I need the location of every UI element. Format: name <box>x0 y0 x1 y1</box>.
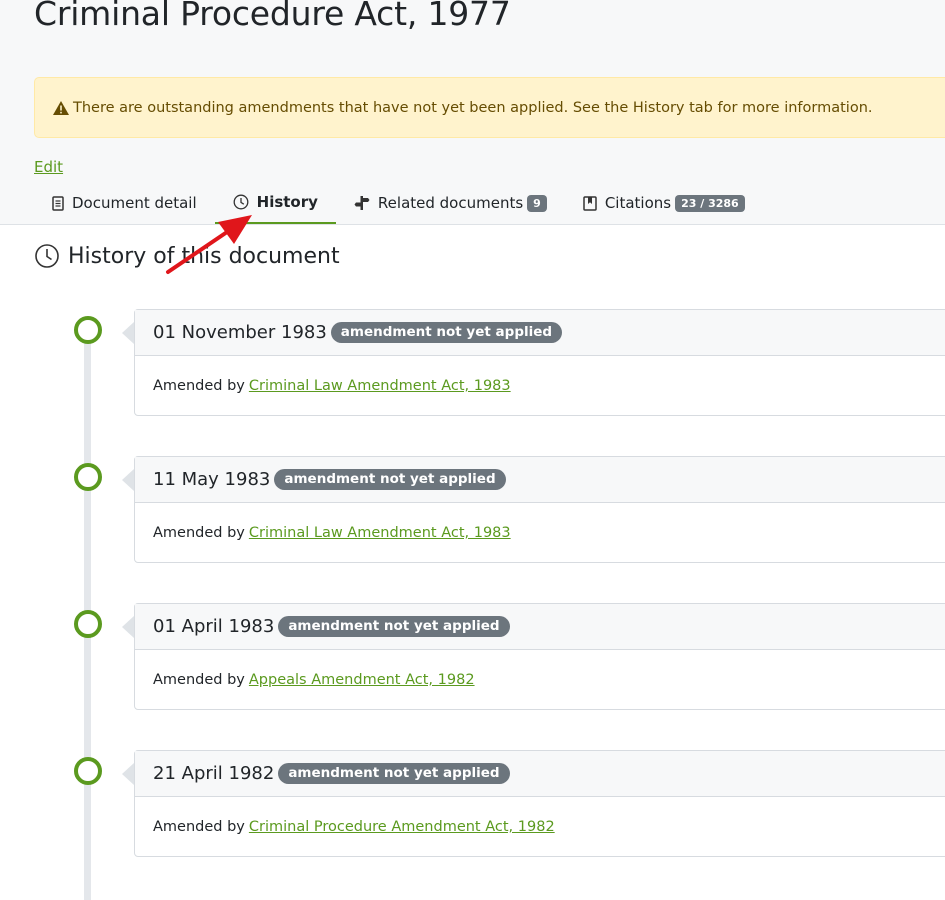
citations-count-badge: 23 / 3286 <box>675 194 745 212</box>
tab-label: History <box>256 193 318 211</box>
event-date: 21 April 1982 <box>153 763 275 784</box>
event-date: 11 May 1983 <box>153 469 271 490</box>
event-body: Amended by Appeals Amendment Act, 1982 <box>135 650 945 710</box>
tab-label: Citations <box>604 194 672 212</box>
event-card: 11 May 1983 amendment not yet applied Am… <box>134 456 945 563</box>
event-card: 21 April 1982 amendment not yet applied … <box>134 750 945 857</box>
document-icon <box>52 195 64 211</box>
amending-act-link[interactable]: Appeals Amendment Act, 1982 <box>249 672 475 688</box>
timeline-event: 01 April 1983 amendment not yet applied … <box>0 603 945 710</box>
event-card: 01 April 1983 amendment not yet applied … <box>134 603 945 710</box>
amendments-alert: There are outstanding amendments that ha… <box>34 77 945 138</box>
page-title: Criminal Procedure Act, 1977 <box>34 0 511 33</box>
warning-triangle-icon <box>53 100 69 115</box>
document-tabs: Document detail History Related document… <box>34 184 763 224</box>
alert-message: There are outstanding amendments that ha… <box>73 99 873 116</box>
signpost-icon <box>354 196 370 210</box>
event-prefix: Amended by <box>153 672 245 688</box>
event-prefix: Amended by <box>153 378 245 394</box>
card-pointer <box>122 763 134 785</box>
timeline-event: 01 November 1983 amendment not yet appli… <box>0 309 945 416</box>
amending-act-link[interactable]: Criminal Law Amendment Act, 1983 <box>249 378 511 394</box>
event-header: 21 April 1982 amendment not yet applied <box>135 751 945 797</box>
timeline-dot <box>74 463 102 491</box>
card-pointer <box>122 322 134 344</box>
tab-label: Related documents <box>377 194 524 212</box>
annotation-arrow-icon <box>166 215 252 274</box>
document-header: Criminal Procedure Act, 1977 There are o… <box>0 0 945 225</box>
event-header: 01 April 1983 amendment not yet applied <box>135 604 945 650</box>
timeline-dot <box>74 757 102 785</box>
status-badge: amendment not yet applied <box>274 468 506 491</box>
timeline-dot <box>74 316 102 344</box>
amending-act-link[interactable]: Criminal Law Amendment Act, 1983 <box>249 525 511 541</box>
timeline-event: 11 May 1983 amendment not yet applied Am… <box>0 456 945 563</box>
event-prefix: Amended by <box>153 525 245 541</box>
event-body: Amended by Criminal Law Amendment Act, 1… <box>135 356 945 416</box>
event-header: 01 November 1983 amendment not yet appli… <box>135 310 945 356</box>
timeline-event: 21 April 1982 amendment not yet applied … <box>0 750 945 857</box>
status-badge: amendment not yet applied <box>278 615 510 638</box>
event-body: Amended by Criminal Law Amendment Act, 1… <box>135 503 945 563</box>
event-date: 01 April 1983 <box>153 616 275 637</box>
event-prefix: Amended by <box>153 819 245 835</box>
timeline-dot <box>74 610 102 638</box>
related-count-badge: 9 <box>527 194 547 212</box>
tab-citations[interactable]: Citations 23 / 3286 <box>565 184 763 222</box>
status-badge: amendment not yet applied <box>330 321 563 344</box>
amending-act-link[interactable]: Criminal Procedure Amendment Act, 1982 <box>249 819 555 835</box>
event-date: 01 November 1983 <box>153 322 327 343</box>
event-body: Amended by Criminal Procedure Amendment … <box>135 797 945 857</box>
status-badge: amendment not yet applied <box>278 762 510 785</box>
clock-icon <box>35 244 59 268</box>
event-header: 11 May 1983 amendment not yet applied <box>135 457 945 503</box>
event-card: 01 November 1983 amendment not yet appli… <box>134 309 945 416</box>
card-pointer <box>122 616 134 638</box>
edit-link[interactable]: Edit <box>34 158 63 176</box>
card-pointer <box>122 469 134 491</box>
bookmark-book-icon <box>583 195 597 211</box>
tab-related-documents[interactable]: Related documents 9 <box>336 184 565 222</box>
